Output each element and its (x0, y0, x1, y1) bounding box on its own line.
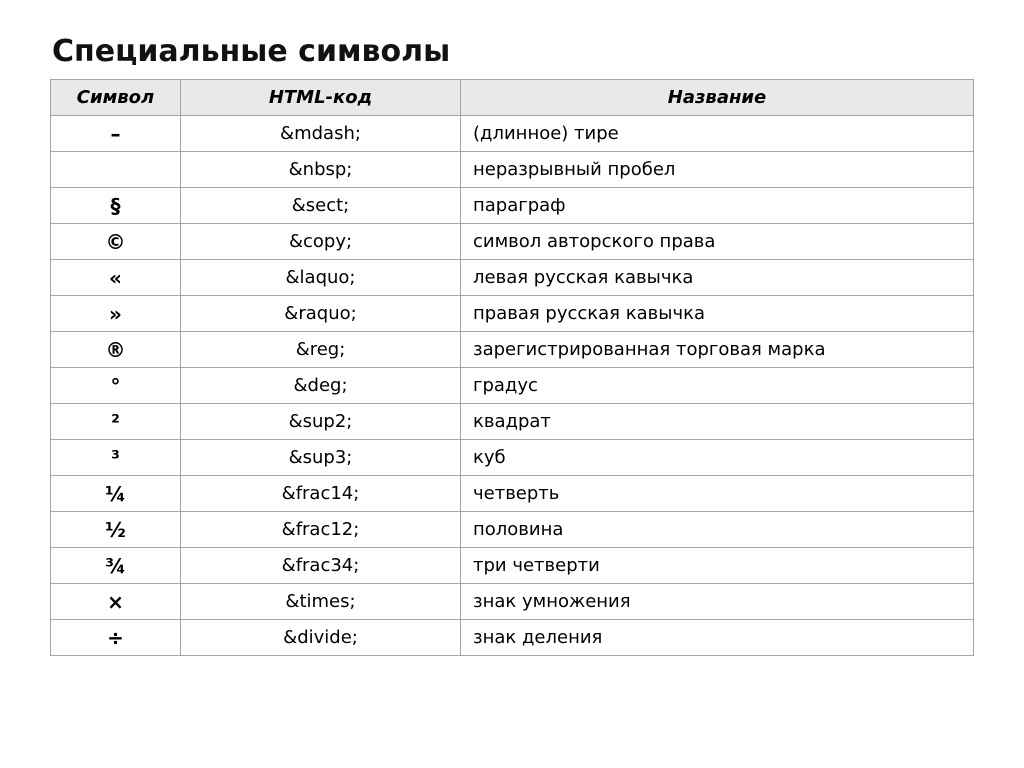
table-row: »&raquo;правая русская кавычка (51, 296, 974, 332)
cell-symbol: × (51, 584, 181, 620)
table-row: ÷&divide;знак деления (51, 620, 974, 656)
table-row: ¾&frac34;три четверти (51, 548, 974, 584)
cell-name: неразрывный пробел (461, 152, 974, 188)
cell-name: символ авторского права (461, 224, 974, 260)
page-title: Специальные символы (52, 34, 974, 69)
cell-code: &times; (181, 584, 461, 620)
table-row: ×&times;знак умножения (51, 584, 974, 620)
cell-code: &mdash; (181, 116, 461, 152)
cell-name: левая русская кавычка (461, 260, 974, 296)
cell-code: &deg; (181, 368, 461, 404)
table-row: «&laquo;левая русская кавычка (51, 260, 974, 296)
table-row: ½&frac12;половина (51, 512, 974, 548)
table-row: °&deg;градус (51, 368, 974, 404)
cell-name: зарегистрированная торговая марка (461, 332, 974, 368)
cell-code: &reg; (181, 332, 461, 368)
cell-symbol: ² (51, 404, 181, 440)
cell-code: &frac14; (181, 476, 461, 512)
cell-symbol: ® (51, 332, 181, 368)
cell-symbol (51, 152, 181, 188)
cell-symbol: § (51, 188, 181, 224)
cell-name: половина (461, 512, 974, 548)
table-row: ³&sup3;куб (51, 440, 974, 476)
cell-code: &raquo; (181, 296, 461, 332)
cell-code: &nbsp; (181, 152, 461, 188)
cell-name: знак умножения (461, 584, 974, 620)
cell-code: &sect; (181, 188, 461, 224)
cell-symbol: © (51, 224, 181, 260)
cell-symbol: » (51, 296, 181, 332)
cell-name: четверть (461, 476, 974, 512)
cell-name: градус (461, 368, 974, 404)
cell-code: &copy; (181, 224, 461, 260)
cell-name: знак деления (461, 620, 974, 656)
cell-name: параграф (461, 188, 974, 224)
table-row: –&mdash;(длинное) тире (51, 116, 974, 152)
cell-name: три четверти (461, 548, 974, 584)
cell-symbol: – (51, 116, 181, 152)
cell-code: &laquo; (181, 260, 461, 296)
cell-name: (длинное) тире (461, 116, 974, 152)
cell-symbol: ¾ (51, 548, 181, 584)
cell-name: квадрат (461, 404, 974, 440)
symbols-table: Символ HTML-код Название –&mdash;(длинно… (50, 79, 974, 656)
cell-code: &frac34; (181, 548, 461, 584)
cell-code: &sup2; (181, 404, 461, 440)
cell-symbol: ° (51, 368, 181, 404)
cell-code: &sup3; (181, 440, 461, 476)
table-row: ®&reg;зарегистрированная торговая марка (51, 332, 974, 368)
cell-symbol: ³ (51, 440, 181, 476)
col-symbol: Символ (51, 80, 181, 116)
cell-symbol: ¼ (51, 476, 181, 512)
table-header-row: Символ HTML-код Название (51, 80, 974, 116)
cell-symbol: ½ (51, 512, 181, 548)
cell-symbol: « (51, 260, 181, 296)
table-row: §&sect;параграф (51, 188, 974, 224)
col-code: HTML-код (181, 80, 461, 116)
cell-name: куб (461, 440, 974, 476)
col-name: Название (461, 80, 974, 116)
cell-symbol: ÷ (51, 620, 181, 656)
cell-name: правая русская кавычка (461, 296, 974, 332)
table-row: ²&sup2;квадрат (51, 404, 974, 440)
table-row: ©&copy;символ авторского права (51, 224, 974, 260)
cell-code: &frac12; (181, 512, 461, 548)
table-row: ¼&frac14;четверть (51, 476, 974, 512)
table-row: &nbsp;неразрывный пробел (51, 152, 974, 188)
cell-code: &divide; (181, 620, 461, 656)
